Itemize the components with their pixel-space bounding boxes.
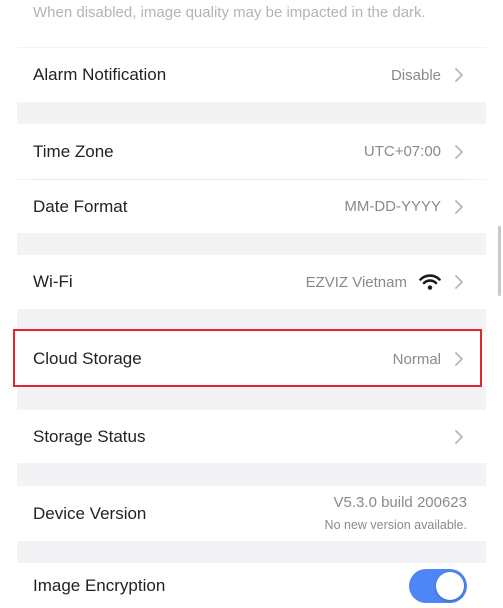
alarm-notification-value: Disable xyxy=(390,66,441,84)
chevron-right-icon xyxy=(455,68,463,82)
night-vision-note: When disabled, image quality may be impa… xyxy=(17,0,486,47)
time-zone-label: Time Zone xyxy=(33,141,114,161)
image-encryption-label: Image Encryption xyxy=(33,575,166,595)
time-zone-row[interactable]: Time Zone UTC+07:00 xyxy=(17,124,486,179)
chevron-right-icon xyxy=(455,144,463,159)
wifi-row[interactable]: Wi-Fi EZVIZ Vietnam xyxy=(17,255,486,309)
image-encryption-toggle[interactable] xyxy=(409,568,467,603)
device-version-label: Device Version xyxy=(33,503,147,523)
alarm-notification-row[interactable]: Alarm Notification Disable xyxy=(17,48,486,102)
date-format-label: Date Format xyxy=(33,196,128,216)
time-zone-value: UTC+07:00 xyxy=(363,143,441,160)
device-version-status: No new version available. xyxy=(324,517,467,532)
alarm-notification-label: Alarm Notification xyxy=(33,65,167,84)
chevron-right-icon xyxy=(455,275,463,289)
wifi-icon xyxy=(419,274,441,290)
date-format-value: MM-DD-YYYY xyxy=(344,198,441,215)
image-encryption-row: Image Encryption xyxy=(17,563,486,608)
scrollbar[interactable] xyxy=(498,226,501,296)
wifi-network-name: EZVIZ Vietnam xyxy=(305,273,407,291)
device-version-value: V5.3.0 build 200623 xyxy=(333,493,467,511)
toggle-knob xyxy=(436,571,464,600)
chevron-right-icon xyxy=(455,429,463,444)
device-version-row[interactable]: Device Version V5.3.0 build 200623 No ne… xyxy=(17,486,486,541)
storage-status-row[interactable]: Storage Status xyxy=(17,410,486,463)
wifi-label: Wi-Fi xyxy=(33,272,73,291)
chevron-right-icon xyxy=(455,199,463,214)
date-format-row[interactable]: Date Format MM-DD-YYYY xyxy=(17,180,486,233)
device-version-info: V5.3.0 build 200623 No new version avail… xyxy=(325,494,467,534)
cloud-storage-highlight-box xyxy=(13,329,482,387)
storage-status-label: Storage Status xyxy=(33,426,146,446)
